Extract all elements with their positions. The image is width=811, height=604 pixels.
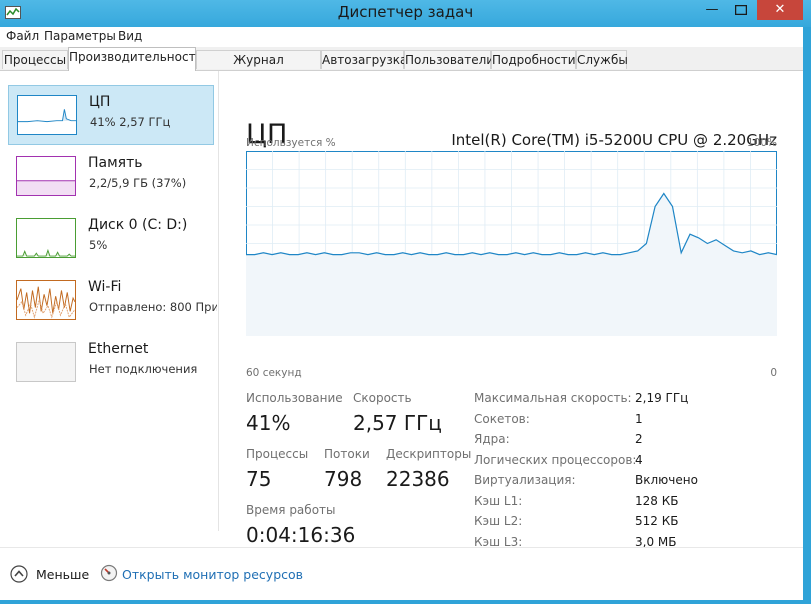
- prop-virtualization-label: Виртуализация:: [474, 473, 576, 487]
- resource-disk[interactable]: Диск 0 (C: D:) 5%: [8, 209, 214, 269]
- menu-view[interactable]: Вид: [118, 29, 142, 43]
- wifi-thumbnail: [16, 280, 76, 320]
- speed-value: 2,57 ГГц: [353, 411, 442, 435]
- handles-label: Дескрипторы: [386, 447, 472, 461]
- maximize-button[interactable]: [727, 0, 755, 20]
- resource-monitor-icon[interactable]: [100, 564, 118, 582]
- resource-wifi[interactable]: Wi-Fi Отправлено: 800 Прин: [8, 271, 217, 331]
- tab-performance[interactable]: Производительность: [68, 47, 203, 71]
- cpu-usage-graph: [246, 151, 777, 336]
- tab-users[interactable]: Пользователи: [404, 50, 494, 69]
- resource-cpu[interactable]: ЦП 41% 2,57 ГГц: [8, 85, 214, 145]
- uptime-label: Время работы: [246, 503, 336, 517]
- resource-ethernet-name: Ethernet: [88, 341, 149, 357]
- processes-value: 75: [246, 467, 272, 491]
- prop-l2-value: 512 КБ: [635, 514, 679, 528]
- collapse-icon[interactable]: [10, 565, 28, 583]
- cpu-detail-panel: ЦП Intel(R) Core(TM) i5-5200U CPU @ 2.20…: [219, 71, 803, 549]
- prop-l1-value: 128 КБ: [635, 494, 679, 508]
- tab-startup[interactable]: Автозагрузка: [321, 50, 407, 69]
- graph-zero-label: 0: [770, 367, 777, 379]
- footer-bar: Меньше Открыть монитор ресурсов: [0, 547, 803, 600]
- uptime-value: 0:04:16:36: [246, 523, 356, 547]
- prop-virtualization-value: Включено: [635, 473, 698, 487]
- resource-disk-sub: 5%: [89, 238, 108, 252]
- resource-ethernet[interactable]: Ethernet Нет подключения: [8, 333, 214, 393]
- handles-value: 22386: [386, 467, 450, 491]
- processes-label: Процессы: [246, 447, 309, 461]
- prop-l1-label: Кэш L1:: [474, 494, 523, 508]
- graph-max-label: 100%: [746, 137, 777, 149]
- graph-time-label: 60 секунд: [246, 367, 302, 379]
- prop-sockets-value: 1: [635, 412, 643, 426]
- resource-list: ЦП 41% 2,57 ГГц Память 2,2/5,9 ГБ (37%) …: [0, 71, 219, 531]
- resource-cpu-sub: 41% 2,57 ГГц: [90, 115, 171, 129]
- menu-options[interactable]: Параметры: [44, 29, 116, 43]
- resource-ethernet-sub: Нет подключения: [89, 362, 198, 376]
- prop-max-speed-label: Максимальная скорость:: [474, 391, 632, 405]
- threads-value: 798: [324, 467, 363, 491]
- cpu-model-name: Intel(R) Core(TM) i5-5200U CPU @ 2.20GHz: [451, 131, 777, 149]
- tab-app-history[interactable]: Журнал приложений: [196, 50, 321, 86]
- ethernet-thumbnail: [16, 342, 76, 382]
- usage-value: 41%: [246, 411, 291, 435]
- usage-label: Использование: [246, 391, 343, 405]
- speed-label: Скорость: [353, 391, 412, 405]
- resource-wifi-sub: Отправлено: 800 Прин: [89, 300, 217, 314]
- prop-sockets-label: Сокетов:: [474, 412, 530, 426]
- cpu-thumbnail: [17, 95, 77, 135]
- resource-cpu-name: ЦП: [89, 94, 111, 110]
- prop-logical-value: 4: [635, 453, 643, 467]
- minimize-button[interactable]: —: [697, 0, 727, 20]
- open-resource-monitor-link[interactable]: Открыть монитор ресурсов: [122, 567, 303, 582]
- disk-thumbnail: [16, 218, 76, 258]
- tab-bar: Процессы Производительность Журнал прило…: [0, 47, 803, 86]
- window-title: Диспетчер задач: [337, 3, 474, 21]
- maximize-icon: [734, 4, 748, 16]
- menu-file[interactable]: Файл: [6, 29, 39, 43]
- close-button[interactable]: ✕: [757, 0, 803, 20]
- prop-l2-label: Кэш L2:: [474, 514, 523, 528]
- fewer-details-button[interactable]: Меньше: [36, 567, 89, 582]
- prop-logical-label: Логических процессоров:: [474, 453, 637, 467]
- tab-services[interactable]: Службы: [576, 50, 628, 69]
- title-bar: Диспетчер задач — ✕: [0, 0, 811, 27]
- memory-thumbnail: [16, 156, 76, 196]
- resource-disk-name: Диск 0 (C: D:): [88, 217, 188, 233]
- prop-cores-label: Ядра:: [474, 432, 510, 446]
- tab-processes[interactable]: Процессы: [2, 50, 68, 69]
- tab-details[interactable]: Подробности: [491, 50, 576, 69]
- prop-max-speed-value: 2,19 ГГц: [635, 391, 689, 405]
- threads-label: Потоки: [324, 447, 370, 461]
- close-icon: ✕: [774, 2, 786, 17]
- resource-wifi-name: Wi-Fi: [88, 279, 122, 295]
- resource-memory-sub: 2,2/5,9 ГБ (37%): [89, 176, 187, 190]
- resource-memory-name: Память: [88, 155, 143, 171]
- prop-cores-value: 2: [635, 432, 643, 446]
- resource-memory[interactable]: Память 2,2/5,9 ГБ (37%): [8, 147, 214, 207]
- graph-label: Используется %: [246, 137, 336, 149]
- menu-bar: Файл Параметры Вид: [0, 27, 803, 47]
- task-manager-window: Файл Параметры Вид Процессы Производител…: [0, 27, 803, 600]
